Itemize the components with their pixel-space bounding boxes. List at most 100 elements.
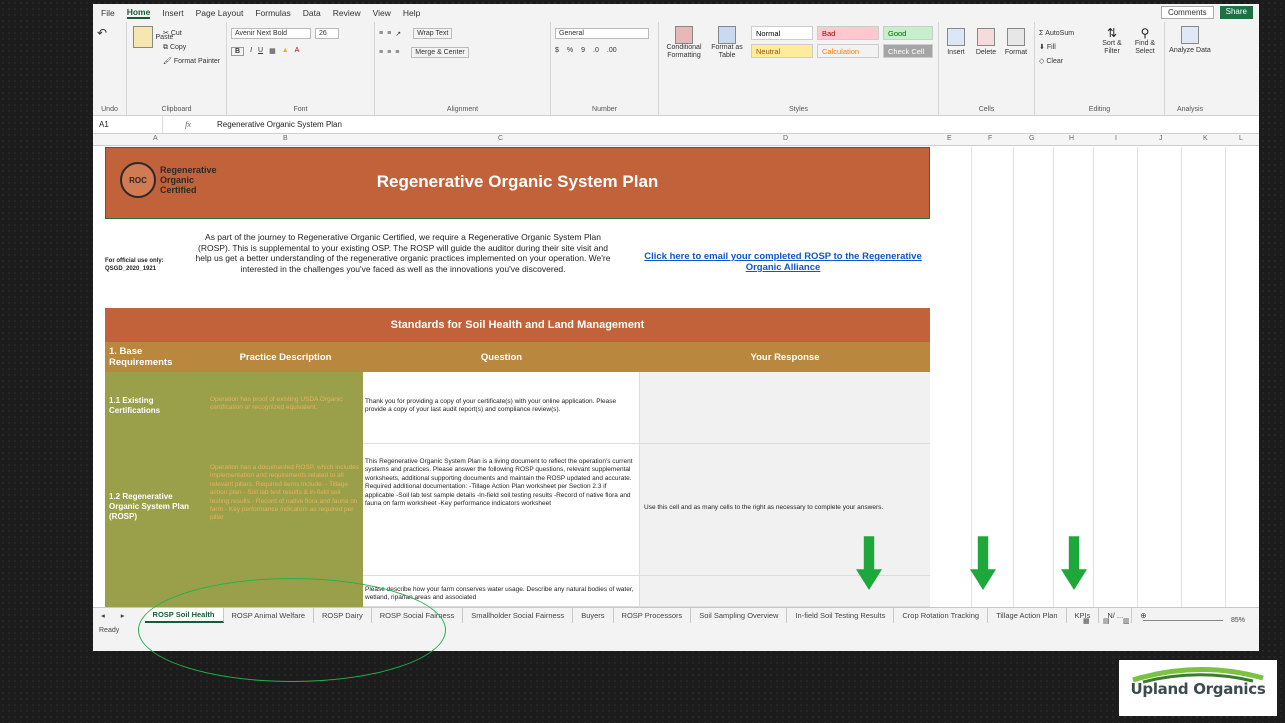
font-size-select[interactable]: 26 — [315, 28, 339, 39]
fill-color-icon[interactable]: ▲ — [282, 47, 289, 56]
menu-home[interactable]: Home — [126, 7, 151, 19]
column-header[interactable]: G — [1029, 135, 1034, 142]
style-check-cell[interactable]: Check Cell — [883, 44, 933, 58]
copy-button[interactable]: ⧉ Copy — [163, 42, 186, 54]
font-color-icon[interactable]: A — [295, 47, 300, 56]
name-box[interactable]: A1 — [93, 116, 163, 133]
column-header[interactable]: J — [1159, 135, 1163, 142]
fill-button[interactable]: ⬇ Fill — [1039, 42, 1056, 54]
align-left-icon[interactable]: ≡ — [379, 49, 383, 56]
style-good[interactable]: Good — [883, 26, 933, 40]
formula-input[interactable]: Regenerative Organic System Plan — [213, 120, 342, 129]
column-header[interactable]: D — [783, 135, 788, 142]
menu-page-layout[interactable]: Page Layout — [196, 8, 244, 18]
menu-data[interactable]: Data — [303, 8, 321, 18]
analyze-data-button[interactable]: Analyze Data — [1169, 26, 1211, 54]
share-button[interactable]: Share — [1219, 6, 1253, 19]
menu-bar: File Home Insert Page Layout Formulas Da… — [93, 4, 1259, 22]
question-text[interactable]: Thank you for providing a copy of your c… — [363, 372, 640, 444]
merge-center-button[interactable]: Merge & Center — [411, 47, 469, 58]
style-bad[interactable]: Bad — [817, 26, 879, 40]
bold-button[interactable]: B — [231, 47, 245, 56]
column-header[interactable]: B — [283, 135, 288, 142]
number-format-select[interactable]: General — [555, 28, 649, 39]
official-use-label: For official use only: QSGD_2020_1921 — [105, 257, 195, 273]
practice-description[interactable]: Operation has a documented ROSP, which i… — [208, 444, 363, 576]
column-header[interactable]: F — [988, 135, 992, 142]
tab-smallholder-social-fairness[interactable]: Smallholder Social Fairness — [463, 608, 574, 623]
practice-description[interactable]: Operation has proof of existing USDA Org… — [208, 372, 363, 444]
question-text[interactable]: This Regenerative Organic System Plan is… — [363, 444, 640, 576]
find-select-button[interactable]: ⚲Find & Select — [1129, 26, 1161, 56]
menu-file[interactable]: File — [101, 8, 115, 18]
style-neutral[interactable]: Neutral — [751, 44, 813, 58]
italic-button[interactable]: I — [250, 47, 252, 56]
response-cell[interactable]: Use this cell and as many cells to the r… — [640, 444, 930, 576]
align-top-icon[interactable]: ≡ — [379, 30, 383, 37]
align-right-icon[interactable]: ≡ — [395, 49, 399, 56]
tab-soil-sampling-overview[interactable]: Soil Sampling Overview — [691, 608, 788, 623]
tab-crop-rotation-tracking[interactable]: Crop Rotation Tracking — [894, 608, 989, 623]
column-header[interactable]: K — [1203, 135, 1208, 142]
percent-button[interactable]: % — [567, 47, 573, 54]
autosum-button[interactable]: Σ AutoSum — [1039, 28, 1074, 40]
email-rosp-link[interactable]: Click here to email your completed ROSP … — [633, 251, 933, 273]
orientation-icon[interactable]: ↗ — [395, 30, 401, 38]
view-layout-icon[interactable]: ▤ — [1103, 617, 1110, 625]
increase-decimal-icon[interactable]: .0 — [593, 47, 599, 54]
tab-rosp-processors[interactable]: ROSP Processors — [614, 608, 692, 623]
format-as-table-button[interactable]: Format as Table — [709, 26, 745, 60]
tab-nav-prev-icon[interactable]: ◂ — [93, 608, 113, 623]
wrap-text-button[interactable]: Wrap Text — [413, 28, 453, 39]
clear-button[interactable]: ◇ Clear — [1039, 56, 1063, 68]
tab-buyers[interactable]: Buyers — [573, 608, 614, 623]
undo-icon[interactable]: ↶ — [97, 26, 107, 40]
clipboard-label: Clipboard — [161, 106, 192, 113]
format-painter-button[interactable]: 🖌 Format Painter — [163, 56, 220, 68]
title-banner[interactable]: ROC Regenerative Organic Certified Regen… — [105, 147, 930, 219]
tab-tillage-action-plan[interactable]: Tillage Action Plan — [988, 608, 1067, 623]
view-page-break-icon[interactable]: ▥ — [1123, 617, 1130, 625]
comma-icon[interactable]: 9 — [581, 47, 585, 54]
style-calculation[interactable]: Calculation — [817, 44, 879, 58]
row-title[interactable]: 1.1 Existing Certifications — [105, 372, 208, 444]
menu-review[interactable]: Review — [333, 8, 361, 18]
style-normal[interactable]: Normal — [751, 26, 813, 40]
analysis-group: Analyze Data Analysis — [1165, 22, 1215, 115]
menu-view[interactable]: View — [373, 8, 391, 18]
menu-insert[interactable]: Insert — [162, 8, 183, 18]
column-header[interactable]: E — [947, 135, 952, 142]
clipboard-group: Paste ✂ Cut ⧉ Copy 🖌 Format Painter Clip… — [127, 22, 227, 115]
underline-button[interactable]: U — [258, 47, 263, 56]
zoom-slider[interactable] — [1143, 620, 1223, 621]
currency-button[interactable]: $ — [555, 47, 559, 54]
view-normal-icon[interactable]: ▦ — [1083, 617, 1090, 625]
conditional-formatting-icon — [675, 26, 693, 44]
row-title[interactable]: 1.2 Regenerative Organic System Plan (RO… — [105, 444, 208, 576]
response-cell[interactable] — [640, 576, 930, 607]
cut-button[interactable]: ✂ Cut — [163, 28, 182, 40]
borders-icon[interactable]: ▦ — [269, 47, 276, 56]
column-header[interactable]: A — [153, 135, 158, 142]
format-cells-button[interactable]: Format — [1003, 28, 1029, 56]
column-header[interactable]: L — [1239, 135, 1243, 142]
align-middle-icon[interactable]: ≡ — [387, 30, 391, 37]
response-cell[interactable] — [640, 372, 930, 444]
delete-cells-button[interactable]: Delete — [973, 28, 999, 56]
fx-icon[interactable]: fx — [163, 120, 213, 129]
insert-cells-button[interactable]: Insert — [943, 28, 969, 56]
sort-filter-button[interactable]: ⇅Sort & Filter — [1097, 26, 1127, 56]
menu-formulas[interactable]: Formulas — [255, 8, 290, 18]
tab-in-field-soil-testing[interactable]: In-field Soil Testing Results — [787, 608, 895, 623]
menu-help[interactable]: Help — [403, 8, 420, 18]
comments-button[interactable]: Comments — [1160, 6, 1214, 19]
sort-icon: ⇅ — [1106, 26, 1118, 40]
font-name-select[interactable]: Avenir Next Bold — [231, 28, 311, 39]
decrease-decimal-icon[interactable]: .00 — [607, 47, 617, 54]
column-header[interactable]: H — [1069, 135, 1074, 142]
conditional-formatting-button[interactable]: Conditional Formatting — [663, 26, 705, 60]
column-header[interactable]: I — [1115, 135, 1117, 142]
zoom-level[interactable]: 85% — [1231, 617, 1245, 624]
align-center-icon[interactable]: ≡ — [387, 49, 391, 56]
column-header[interactable]: C — [498, 135, 503, 142]
